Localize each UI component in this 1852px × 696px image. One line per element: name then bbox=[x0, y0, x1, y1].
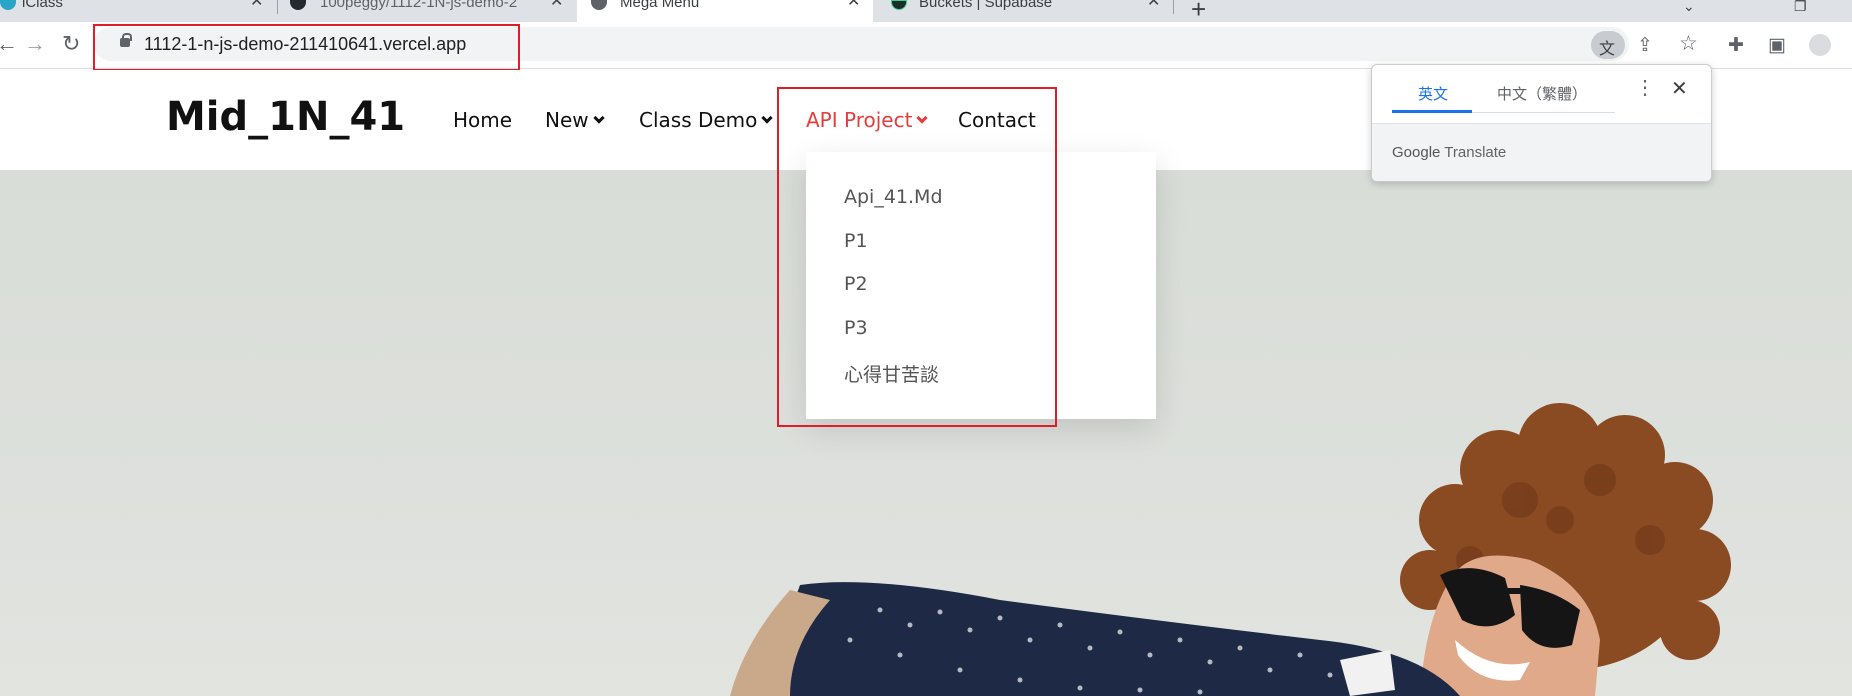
close-icon[interactable]: ✕ bbox=[550, 0, 563, 10]
tab-title: iClass bbox=[22, 0, 63, 11]
globe-icon bbox=[591, 0, 607, 10]
forward-icon[interactable]: → bbox=[24, 32, 46, 56]
close-icon[interactable]: ✕ bbox=[250, 0, 263, 10]
side-panel-icon[interactable]: ▣ bbox=[1768, 36, 1786, 56]
tab-title: Buckets | Supabase bbox=[919, 0, 1053, 11]
github-favicon-icon bbox=[290, 0, 306, 10]
browser-window: iClass ✕ 100peggy/1112-1N-js-demo-2 ✕ Me… bbox=[0, 0, 1852, 696]
nav-new[interactable]: New bbox=[545, 108, 605, 132]
translate-icon[interactable]: 文 bbox=[1591, 31, 1625, 59]
close-icon[interactable]: ✕ bbox=[1147, 0, 1160, 10]
supabase-favicon-icon bbox=[891, 0, 907, 10]
google-translate-brand: Google Translate bbox=[1392, 144, 1506, 161]
brand-translate: Translate bbox=[1444, 144, 1507, 161]
back-icon[interactable]: ← bbox=[0, 32, 18, 56]
close-icon[interactable]: ✕ bbox=[1671, 76, 1688, 101]
url-highlight-box bbox=[93, 24, 520, 71]
selected-tab-indicator bbox=[1392, 110, 1472, 113]
extensions-icon[interactable]: ✚ bbox=[1728, 36, 1744, 56]
iclass-favicon-icon bbox=[0, 0, 16, 10]
tab-github[interactable]: 100peggy/1112-1N-js-demo-2 ✕ bbox=[290, 0, 575, 22]
more-options-icon[interactable]: ⋮ bbox=[1635, 78, 1655, 98]
tab-strip: iClass ✕ 100peggy/1112-1N-js-demo-2 ✕ Me… bbox=[0, 0, 1852, 24]
chevron-down-icon bbox=[592, 112, 605, 124]
nav-class-demo[interactable]: Class Demo bbox=[639, 108, 774, 132]
tab-search-icon[interactable]: ⌄ bbox=[1683, 0, 1695, 15]
chevron-down-icon bbox=[761, 112, 774, 124]
translate-tab-english[interactable]: 英文 bbox=[1418, 83, 1448, 104]
share-icon[interactable]: ⇪ bbox=[1637, 36, 1653, 56]
star-icon[interactable]: ☆ bbox=[1679, 33, 1698, 54]
nav-home[interactable]: Home bbox=[453, 108, 512, 132]
profile-icon[interactable] bbox=[1809, 34, 1831, 56]
tab-separator bbox=[1173, 0, 1174, 14]
restore-window-icon[interactable]: ❐ bbox=[1794, 0, 1807, 15]
tab-iclass[interactable]: iClass ✕ bbox=[0, 0, 275, 22]
tab-title: Mega Menu bbox=[620, 0, 700, 11]
translate-footer: Google Translate bbox=[1372, 123, 1711, 181]
tab-separator bbox=[277, 0, 278, 14]
nav-label: New bbox=[545, 108, 589, 132]
translate-tab-chinese-traditional[interactable]: 中文（繁體） bbox=[1497, 83, 1587, 104]
tab-mega-menu[interactable]: Mega Menu ✕ bbox=[577, 0, 873, 22]
reload-icon[interactable]: ↻ bbox=[62, 32, 80, 56]
tab-title: 100peggy/1112-1N-js-demo-2 bbox=[320, 0, 518, 11]
brand-google: Google bbox=[1392, 144, 1441, 161]
api-project-highlight-box bbox=[777, 87, 1057, 427]
nav-label: Home bbox=[453, 108, 513, 132]
translate-popup: 英文 中文（繁體） ⋮ ✕ Google Translate bbox=[1371, 64, 1712, 182]
tab-supabase[interactable]: Buckets | Supabase ✕ bbox=[875, 0, 1175, 22]
nav-label: Class Demo bbox=[639, 108, 758, 132]
close-icon[interactable]: ✕ bbox=[847, 0, 860, 10]
site-logo[interactable]: Mid_1N_41 bbox=[166, 94, 405, 140]
